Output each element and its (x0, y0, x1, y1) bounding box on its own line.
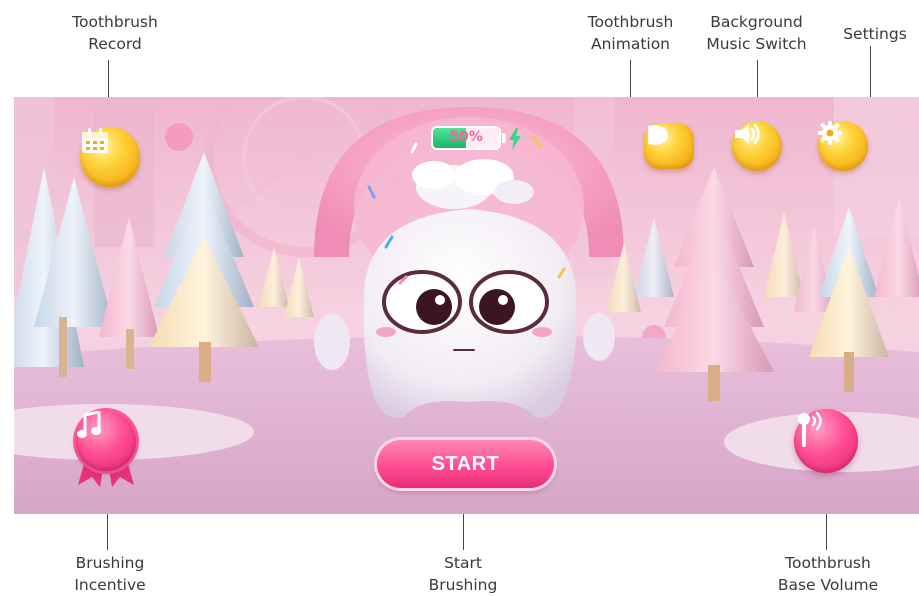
toothbrush-base-volume-button[interactable] (794, 409, 858, 473)
background-music-switch-button[interactable] (732, 121, 782, 171)
label-background-music-switch: Background Music Switch (706, 13, 807, 53)
speaker-icon (735, 123, 760, 145)
gear-icon (818, 121, 842, 145)
incentive-circle (76, 411, 136, 471)
battery-indicator: 50% (431, 126, 501, 150)
label-brushing-incentive: Brushing Incentive (74, 554, 146, 594)
brushing-incentive-button[interactable] (70, 407, 142, 487)
game-scene: 50% START (14, 97, 919, 514)
lightning-icon (509, 128, 521, 150)
label-settings: Settings (843, 25, 907, 43)
toothbrush-animation-button[interactable] (644, 123, 694, 169)
music-note-icon (77, 411, 101, 438)
calendar-icon (82, 128, 108, 153)
label-toothbrush-record: Toothbrush Record (72, 13, 158, 53)
battery-nub (502, 133, 506, 143)
label-start-brushing: Start Brushing (428, 554, 498, 594)
settings-button[interactable] (818, 121, 868, 171)
label-toothbrush-animation: Toothbrush Animation (587, 13, 674, 53)
label-toothbrush-base-volume: Toothbrush Base Volume (777, 554, 879, 594)
toothbrush-record-button[interactable] (80, 127, 140, 187)
volume-toothbrush-icon (798, 411, 822, 447)
start-button-label: START (431, 452, 500, 475)
play-bubble-icon (648, 125, 668, 145)
start-brushing-button[interactable]: START (377, 440, 554, 488)
battery-text: 50% (449, 129, 483, 145)
